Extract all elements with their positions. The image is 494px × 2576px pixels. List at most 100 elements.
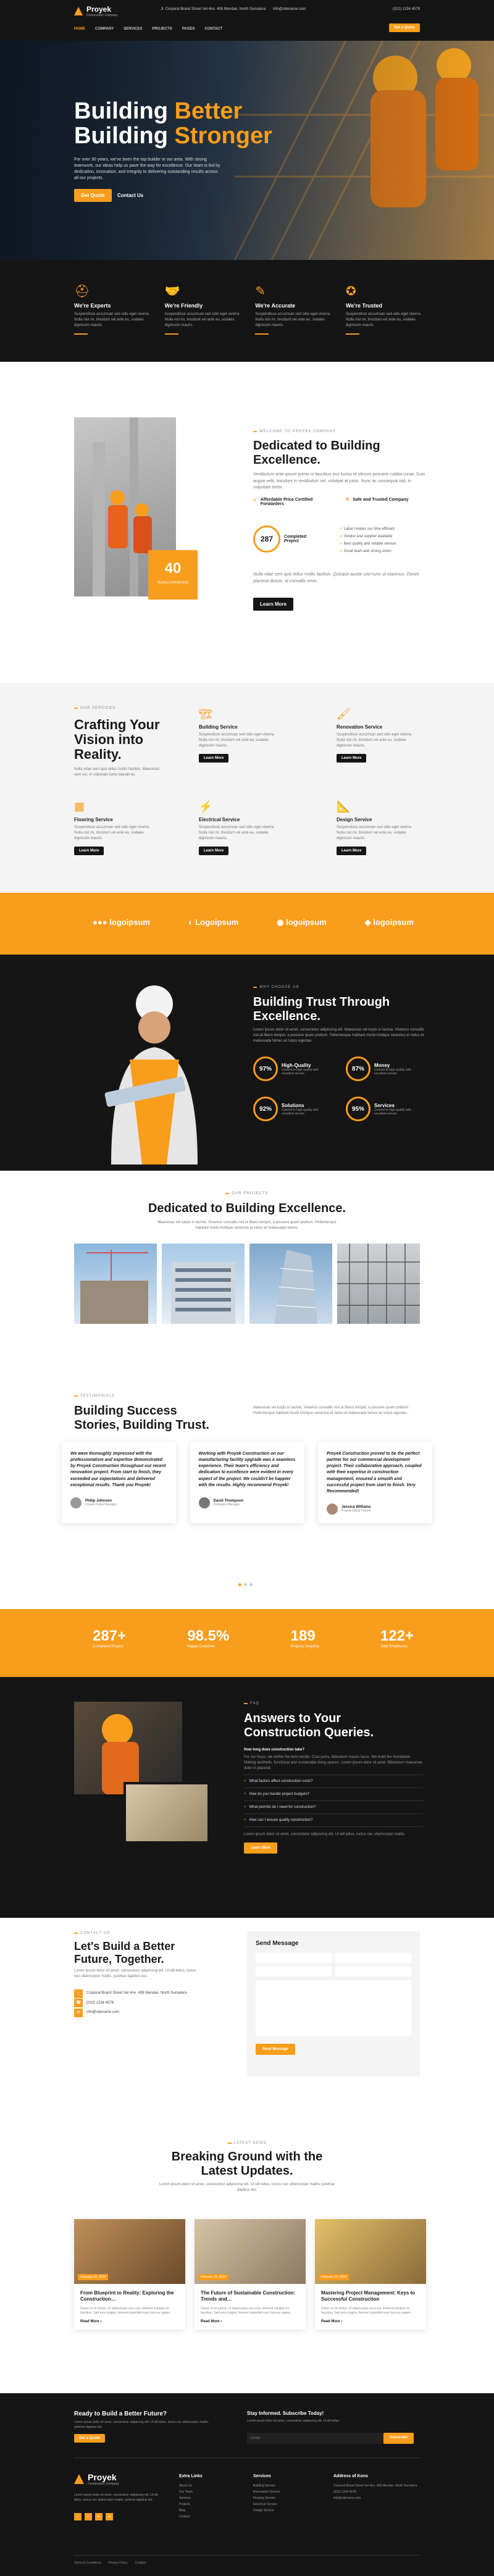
topbar-email[interactable]: info@sitename.com bbox=[273, 7, 306, 11]
faq-item[interactable]: + What factors affect construction costs? bbox=[244, 1775, 423, 1788]
cookies-link[interactable]: Cookies bbox=[135, 2561, 146, 2565]
faq-question[interactable]: How do you handle project budgets? bbox=[249, 1792, 309, 1796]
email-input[interactable] bbox=[335, 1953, 411, 1963]
service-learn-more-button[interactable]: Learn More bbox=[337, 754, 367, 763]
nav-home[interactable]: HOME bbox=[74, 27, 85, 31]
facebook-icon[interactable]: f bbox=[74, 2513, 82, 2520]
footer-link[interactable]: Our Team bbox=[179, 2489, 203, 2495]
youtube-icon[interactable]: yt bbox=[106, 2513, 113, 2520]
about-learn-more-button[interactable]: Learn More bbox=[253, 598, 294, 611]
blog-card[interactable]: February 24, 2024 From Blueprint to Reali… bbox=[74, 2219, 185, 2330]
newsletter-email-input[interactable] bbox=[247, 2433, 383, 2444]
footer-email[interactable]: info@sitename.com bbox=[333, 2495, 420, 2501]
hero-title-line2: Building bbox=[74, 122, 175, 149]
footer-link[interactable]: Renovation Service bbox=[253, 2489, 280, 2495]
footer-link[interactable]: Contact bbox=[179, 2514, 203, 2520]
floor-icon: ▦ bbox=[74, 800, 85, 813]
read-more-link[interactable]: Read More › bbox=[80, 2320, 179, 2323]
footer-link[interactable]: Projects bbox=[179, 2501, 203, 2507]
footer-link[interactable]: Building Service bbox=[253, 2483, 280, 2489]
project-image[interactable] bbox=[249, 1244, 332, 1324]
nav-contact[interactable]: CONTACT bbox=[204, 27, 222, 31]
terms-link[interactable]: Terms & Conditions bbox=[74, 2561, 101, 2565]
faq-item[interactable]: + What permits do I need for construction… bbox=[244, 1801, 423, 1814]
phone-input[interactable] bbox=[256, 1967, 332, 1976]
footer: Ready to Build a Better Future? Lorem ip… bbox=[0, 2393, 494, 2576]
message-textarea[interactable] bbox=[256, 1980, 411, 2036]
footer-link[interactable]: Flooring Service bbox=[253, 2495, 280, 2501]
cta-title: Ready to Build a Better Future? bbox=[74, 2411, 167, 2417]
carousel-dot[interactable] bbox=[244, 1583, 247, 1586]
logo-icon bbox=[74, 2474, 84, 2484]
stat-item: 92% Solutions Commit to high quality with … bbox=[253, 1097, 331, 1121]
footer-col-title: Address of Kons bbox=[333, 2474, 369, 2478]
service-title: Design Service bbox=[337, 817, 372, 822]
hero-get-quote-button[interactable]: Get Quote bbox=[74, 189, 112, 202]
service-learn-more-button[interactable]: Learn More bbox=[74, 847, 104, 855]
crane-illustration bbox=[80, 1250, 148, 1324]
stat-text: Commit to high quality with excellent se… bbox=[282, 1108, 319, 1116]
footer-link[interactable]: About Us bbox=[179, 2483, 203, 2489]
faq-question[interactable]: What permits do I need for construction? bbox=[249, 1805, 316, 1809]
footer-link[interactable]: Electrical Service bbox=[253, 2501, 280, 2507]
faq-question[interactable]: How long does construction take? bbox=[244, 1748, 423, 1752]
faq-item[interactable]: + How do you handle project budgets? bbox=[244, 1788, 423, 1801]
service-learn-more-button[interactable]: Learn More bbox=[199, 847, 229, 855]
blog-post-title[interactable]: From Blueprint to Reality: Exploring the… bbox=[80, 2290, 179, 2303]
service-learn-more-button[interactable]: Learn More bbox=[199, 754, 229, 763]
testimonials-title-line1: Building Success bbox=[74, 1404, 177, 1418]
faq-learn-more-button[interactable]: Learn More bbox=[244, 1842, 278, 1854]
hero-title-accent2: Stronger bbox=[174, 122, 272, 149]
project-image[interactable] bbox=[337, 1244, 420, 1324]
brand-logo-2: ◐ Logoipsum bbox=[188, 918, 239, 927]
about-feature-2: Safe and Trusted Company bbox=[353, 498, 409, 502]
faq-item[interactable]: + How can I ensure quality construction? bbox=[244, 1814, 423, 1827]
award-icon: ✪ bbox=[345, 285, 356, 298]
twitter-icon[interactable]: t bbox=[85, 2513, 92, 2520]
cta-get-quote-button[interactable]: Get a Quote bbox=[74, 2434, 106, 2443]
send-message-button[interactable]: Send Message bbox=[256, 2044, 295, 2055]
nav-projects[interactable]: PROJECTS bbox=[152, 27, 172, 31]
footer-link[interactable]: Services bbox=[179, 2495, 203, 2501]
name-input[interactable] bbox=[256, 1953, 332, 1963]
counter-item: 98.5% Happy Customer bbox=[187, 1628, 229, 1649]
get-quote-button[interactable]: Get a Quote bbox=[388, 23, 420, 32]
faq-question[interactable]: How can I ensure quality construction? bbox=[249, 1818, 313, 1822]
footer-logo[interactable]: Proyek Construction Company bbox=[74, 2472, 119, 2486]
read-more-link[interactable]: Read More › bbox=[201, 2320, 299, 2323]
project-image[interactable] bbox=[74, 1244, 157, 1324]
blog-card[interactable]: February 24, 2024 Mastering Project Manag… bbox=[315, 2219, 426, 2330]
subject-input[interactable] bbox=[335, 1967, 411, 1976]
check-item: Vendor and supplier available bbox=[343, 535, 393, 538]
blog-post-title[interactable]: The Future of Sustainable Construction: … bbox=[201, 2290, 299, 2303]
carousel-dot[interactable] bbox=[249, 1583, 253, 1586]
nav-pages[interactable]: PAGES bbox=[182, 27, 195, 31]
linkedin-icon[interactable]: in bbox=[95, 2513, 103, 2520]
nav-company[interactable]: COMPANY bbox=[95, 27, 114, 31]
topbar-phone[interactable]: (022) 1234 4578 bbox=[393, 7, 420, 11]
nav-services[interactable]: SERVICES bbox=[124, 27, 142, 31]
hero-contact-button[interactable]: Contact Us bbox=[117, 193, 143, 198]
privacy-link[interactable]: Privacy Policy bbox=[108, 2561, 127, 2565]
counters: 287+ Completed Project 98.5% Happy Custome… bbox=[0, 1609, 494, 1677]
testimonial-quote: Working with Proyek Construction on our … bbox=[198, 1452, 296, 1487]
logo[interactable]: Proyek Construction Company bbox=[74, 5, 118, 17]
blog-post-title[interactable]: Mastering Project Management: Keys to Su… bbox=[321, 2290, 420, 2303]
read-more-link[interactable]: Read More › bbox=[321, 2320, 420, 2323]
about-feature-1: Affordable Price Certified Forwarders bbox=[260, 498, 313, 506]
project-image[interactable] bbox=[162, 1244, 245, 1324]
faq-title-line2: Construction Queries. bbox=[244, 1726, 374, 1739]
service-learn-more-button[interactable]: Learn More bbox=[337, 847, 367, 855]
footer-bottom-divider bbox=[74, 2555, 420, 2556]
subscribe-button[interactable]: Subscribe bbox=[383, 2433, 414, 2444]
footer-phone[interactable]: (022) 1234 4578 bbox=[333, 2489, 420, 2495]
blog-card[interactable]: February 24, 2024 The Future of Sustainab… bbox=[195, 2219, 306, 2330]
contact-phone[interactable]: (022) 1234 4578 bbox=[86, 1999, 114, 2009]
faq-question[interactable]: What factors affect construction costs? bbox=[249, 1779, 313, 1783]
contact-email[interactable]: info@sitename.com bbox=[86, 2008, 119, 2018]
carousel-dot[interactable] bbox=[238, 1583, 241, 1586]
feature-card: ✎ We're Accurate Suspendisse accumsan se… bbox=[255, 283, 335, 335]
footer-link[interactable]: Blog bbox=[179, 2507, 203, 2514]
faq-item-open[interactable]: How long does construction take? For our … bbox=[244, 1745, 423, 1775]
footer-link[interactable]: Design Service bbox=[253, 2507, 280, 2514]
